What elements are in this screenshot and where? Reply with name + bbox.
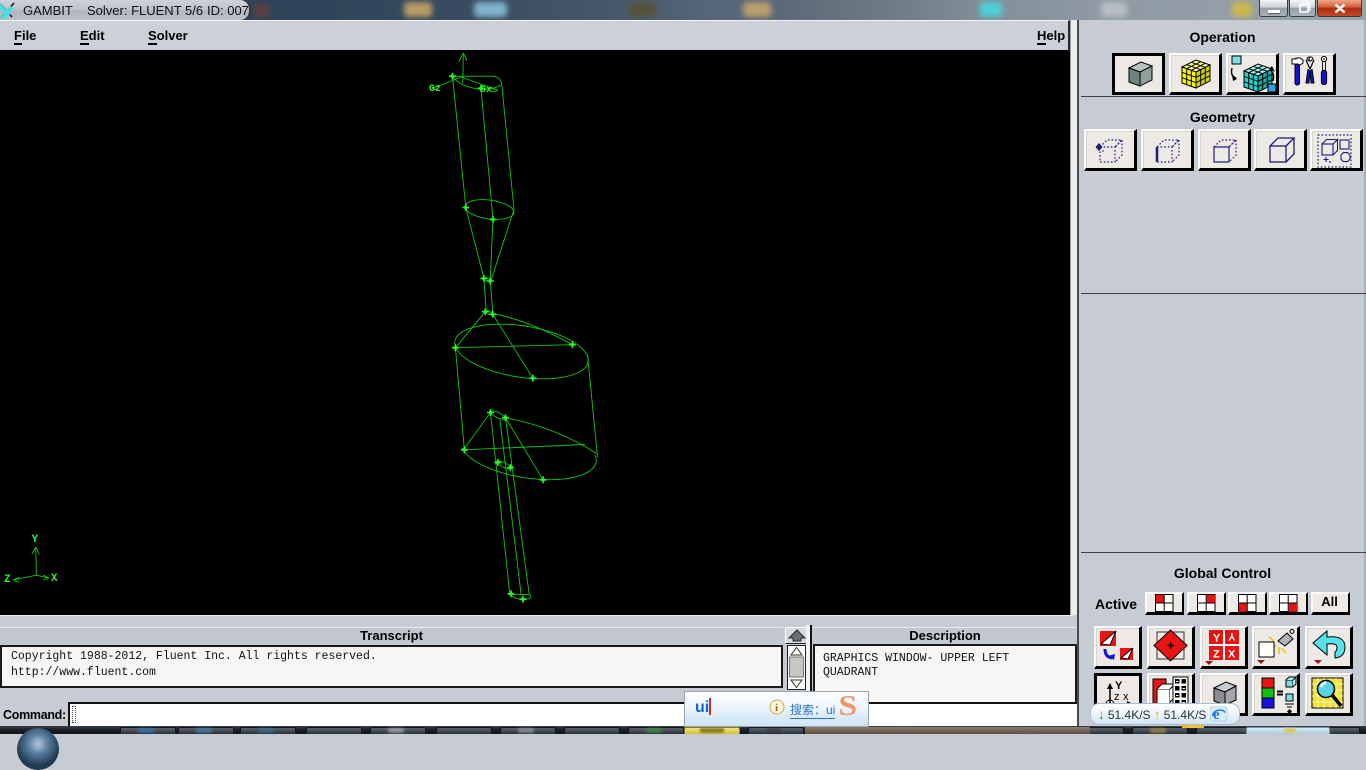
svg-text:z: z [1114, 691, 1120, 703]
svg-text:Z: Z [4, 574, 11, 586]
svg-text:Z: Z [1213, 649, 1220, 661]
svg-text:X: X [51, 573, 58, 585]
svg-text:x: x [1123, 691, 1129, 703]
svg-text:X: X [1228, 649, 1236, 661]
svg-text:Y: Y [1213, 633, 1221, 645]
svg-text:Y: Y [1228, 630, 1236, 642]
svg-text:e: e [1213, 707, 1220, 722]
svg-text:Gx: Gx [480, 85, 492, 96]
svg-text:Gz: Gz [429, 84, 441, 95]
svg-text:i: i [775, 702, 778, 714]
svg-text:Y: Y [32, 534, 39, 546]
